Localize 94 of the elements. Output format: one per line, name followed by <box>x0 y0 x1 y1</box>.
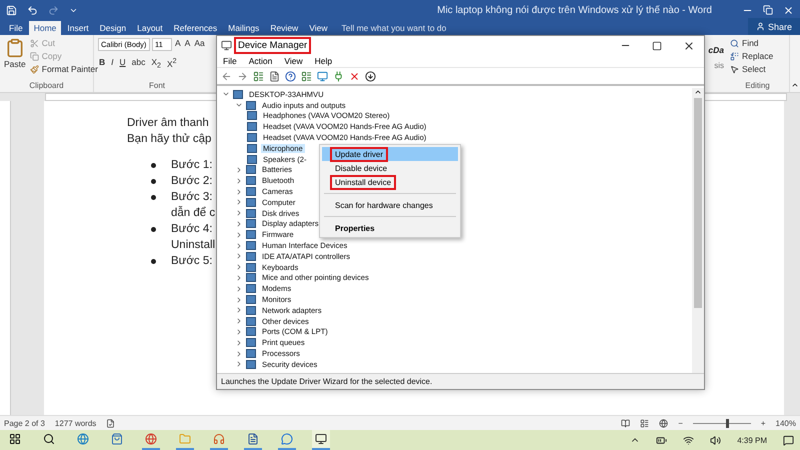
replace-button[interactable]: Replace <box>730 51 785 61</box>
pointer-icon <box>730 64 739 74</box>
forward-icon[interactable] <box>237 70 248 82</box>
tell-me-field[interactable]: Tell me what you want to do <box>341 23 446 35</box>
replace-icon <box>730 52 739 60</box>
format-painter-button[interactable]: Format Painter <box>30 64 98 74</box>
search-icon <box>730 38 739 48</box>
find-button[interactable]: Find <box>730 38 785 48</box>
download-icon[interactable] <box>365 70 376 82</box>
redo-icon[interactable] <box>48 4 59 16</box>
format-button[interactable]: X$^{2}$ <box>166 57 178 70</box>
copy-icon <box>30 52 39 60</box>
ribbon-tab[interactable]: View <box>304 21 332 35</box>
bullet <box>151 163 156 168</box>
list-item: Bước 3: <box>171 190 212 205</box>
group-label: Clipboard <box>28 81 65 92</box>
window-title: Device Manager <box>234 37 312 54</box>
window-title: Mic laptop không nói được trên Windows xử lý thế nào - Word <box>437 4 712 16</box>
group-label: Editing <box>744 81 771 92</box>
format-button[interactable]: X$_{2}$ <box>150 57 162 70</box>
zoom-in-button[interactable]: + <box>760 418 766 428</box>
list-item: Bước 1: <box>171 158 212 173</box>
bullet <box>151 259 156 264</box>
list-item: Bước 4: <box>171 222 212 237</box>
uninstall-icon[interactable] <box>349 70 360 82</box>
page-count: Page 2 of 3 <box>4 418 45 428</box>
zoom-out-button[interactable]: − <box>678 418 683 428</box>
proofing-icon[interactable] <box>106 418 116 428</box>
undo-icon[interactable] <box>27 4 38 16</box>
ribbon-tab[interactable]: Mailings <box>223 21 264 35</box>
scissors-icon <box>30 38 39 48</box>
bullet <box>151 195 156 200</box>
read-mode-icon[interactable] <box>621 418 630 428</box>
paste-button[interactable]: Paste <box>4 38 26 81</box>
computer-icon <box>221 40 232 51</box>
monitor-icon[interactable] <box>312 430 330 450</box>
select-button[interactable]: Select <box>730 64 785 74</box>
volume-icon[interactable] <box>710 434 722 446</box>
word-count: 1277 words <box>54 418 96 428</box>
context-menu-item[interactable]: Update driver <box>322 147 458 161</box>
style-sample: cDa <box>708 45 724 55</box>
ribbon-tab[interactable]: Design <box>94 21 132 35</box>
scroll-up-icon <box>694 88 702 96</box>
ribbon-tab[interactable]: Layout <box>132 21 168 35</box>
view-icon[interactable] <box>301 70 312 82</box>
close-icon[interactable] <box>783 4 794 16</box>
bullet <box>151 179 156 184</box>
restore-icon[interactable] <box>763 5 773 15</box>
format-button[interactable]: abc <box>130 57 146 70</box>
clipboard-icon <box>4 38 25 58</box>
list-item: dẫn để c <box>171 205 216 221</box>
battery-icon[interactable] <box>656 434 668 446</box>
wifi-icon[interactable] <box>683 434 694 446</box>
zoom-level: 140% <box>776 418 796 428</box>
style-name: sis <box>714 61 724 70</box>
properties-icon[interactable] <box>253 70 264 82</box>
share-button[interactable]: Share <box>748 18 800 35</box>
ribbon-tab[interactable]: File <box>4 21 28 35</box>
bullet <box>151 227 156 232</box>
paragraph: Driver âm thanh <box>127 116 209 131</box>
grow-font-button[interactable]: A <box>174 38 182 51</box>
context-menu-item[interactable]: Disable device <box>322 161 458 175</box>
format-button[interactable]: I <box>110 57 115 70</box>
brush-icon <box>30 64 39 74</box>
print-layout-icon[interactable] <box>640 418 650 428</box>
shrink-font-button[interactable]: A <box>184 38 192 51</box>
format-button[interactable]: U <box>118 57 127 70</box>
group-label: Font <box>148 81 166 92</box>
clock[interactable]: 4:39 PM <box>737 436 767 444</box>
person-icon <box>756 22 765 31</box>
back-icon[interactable] <box>221 70 232 82</box>
scrollbar[interactable] <box>692 88 704 373</box>
menu-item[interactable]: File <box>223 56 237 66</box>
list-item: Bước 5: <box>171 254 212 269</box>
ribbon-tab[interactable]: References <box>168 21 222 35</box>
list-item: Uninstall <box>171 238 216 253</box>
list-item: Bước 2: <box>171 174 212 189</box>
menu-item[interactable]: Help <box>314 56 332 66</box>
change-case-button[interactable]: Aa <box>193 38 206 51</box>
ribbon-tab[interactable]: Insert <box>62 21 94 35</box>
format-button[interactable]: B <box>98 57 106 70</box>
menu-item[interactable]: View <box>284 56 303 66</box>
paragraph: Bạn hãy thử cập <box>127 132 212 147</box>
context-menu-item[interactable]: Properties <box>322 221 458 235</box>
plug-icon[interactable] <box>333 70 344 82</box>
help-icon[interactable] <box>285 70 296 82</box>
save-icon[interactable] <box>6 4 17 16</box>
status-text: Launches the Update Driver Wizard for the selected device. <box>221 377 432 386</box>
web-layout-icon[interactable] <box>659 418 668 428</box>
ribbon-tab[interactable]: Home <box>28 21 62 35</box>
notification-icon[interactable] <box>783 434 794 446</box>
menu-item[interactable]: Action <box>248 56 272 66</box>
context-menu-item[interactable]: Scan for hardware changes <box>322 198 458 212</box>
ribbon-tab[interactable]: Review <box>265 21 304 35</box>
